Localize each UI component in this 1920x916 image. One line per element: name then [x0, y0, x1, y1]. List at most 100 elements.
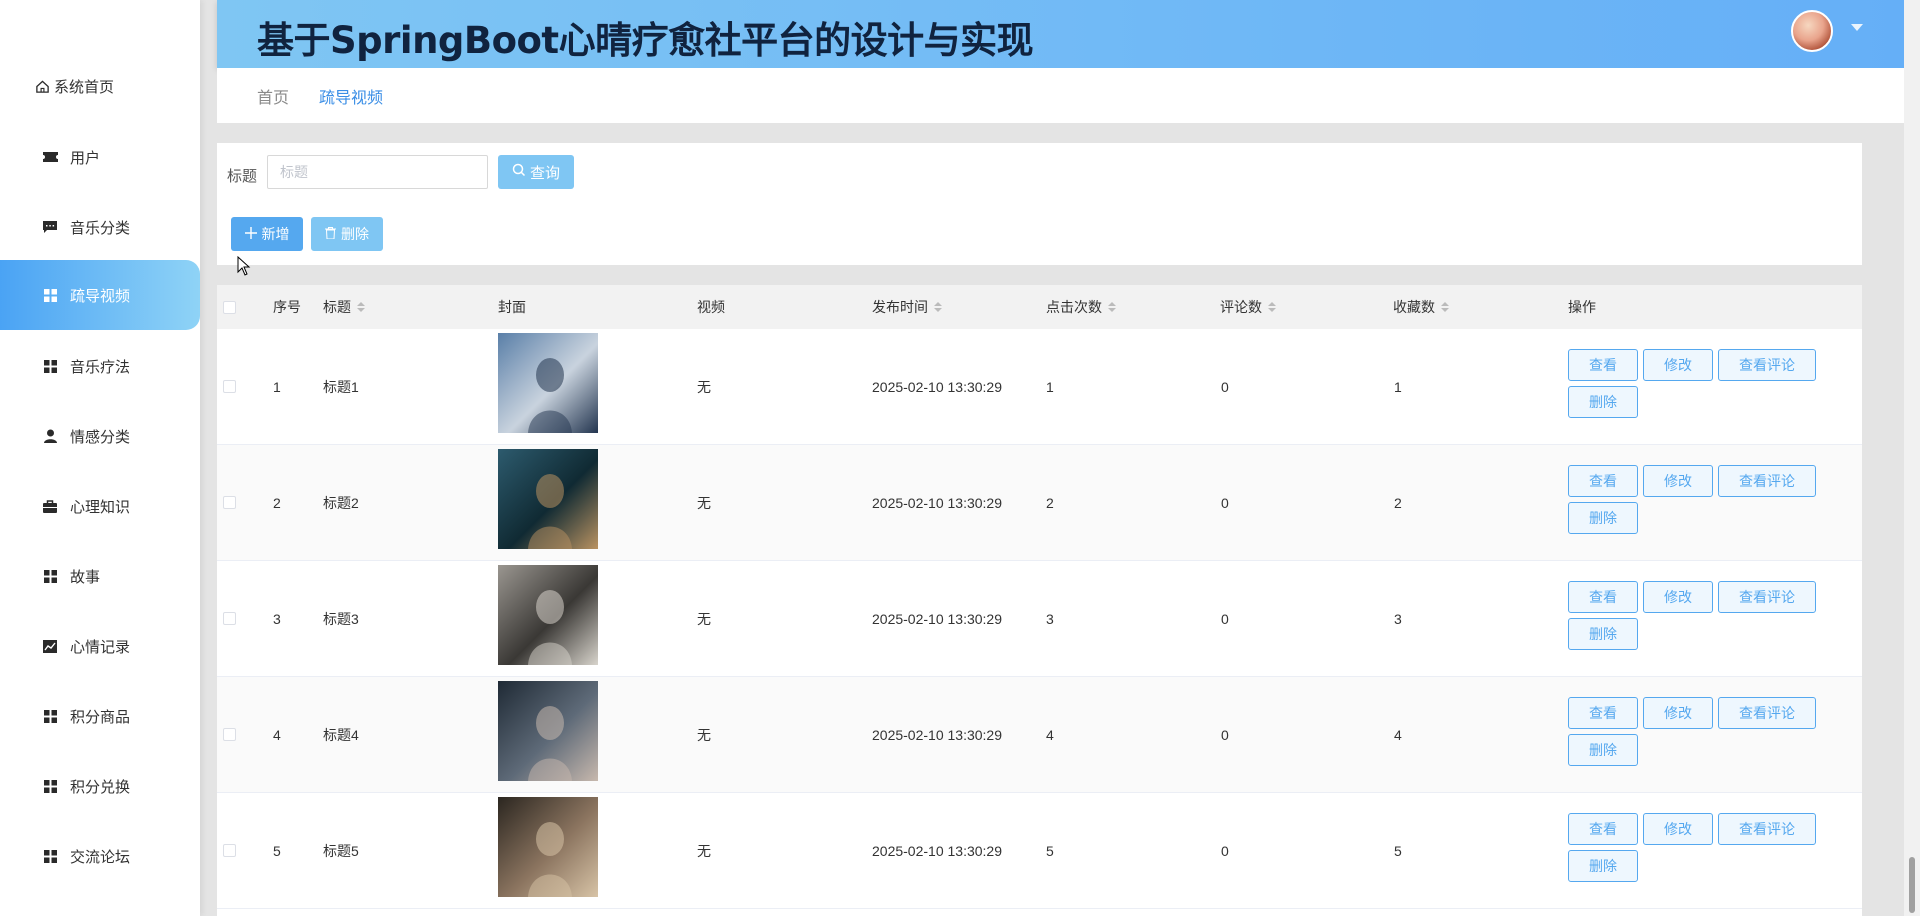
sort-icon[interactable]	[1441, 302, 1449, 312]
view-comments-button[interactable]: 查看评论	[1718, 813, 1816, 845]
sort-icon[interactable]	[1108, 302, 1116, 312]
cover-image	[498, 333, 598, 433]
row-index: 2	[273, 494, 281, 511]
sidebar-item-emotion-category[interactable]: 情感分类	[0, 401, 200, 471]
cover-image	[498, 565, 598, 665]
sidebar-item-mood-record[interactable]: 心情记录	[0, 611, 200, 681]
edit-button[interactable]: 修改	[1643, 697, 1713, 729]
row-checkbox[interactable]	[223, 793, 236, 908]
edit-button[interactable]: 修改	[1643, 813, 1713, 845]
row-favorites: 2	[1394, 494, 1402, 511]
search-icon	[512, 163, 526, 181]
grid-icon	[42, 358, 58, 374]
delete-button[interactable]: 删除	[1568, 850, 1638, 882]
view-button[interactable]: 查看	[1568, 349, 1638, 381]
view-comments-button[interactable]: 查看评论	[1718, 465, 1816, 497]
row-checkbox[interactable]	[223, 561, 236, 676]
row-title: 标题3	[323, 610, 359, 627]
sidebar-item-users[interactable]: 用户	[0, 122, 200, 192]
header-actions: 操作	[1568, 299, 1596, 315]
scrollbar-thumb[interactable]	[1909, 857, 1915, 913]
delete-button[interactable]: 删除	[1568, 734, 1638, 766]
header-clicks[interactable]: 点击次数	[1046, 285, 1116, 329]
query-button[interactable]: 查询	[498, 155, 574, 189]
search-input[interactable]	[267, 155, 488, 189]
row-checkbox[interactable]	[223, 677, 236, 792]
sidebar-item-label: 积分兑换	[70, 778, 131, 796]
header-title[interactable]: 标题	[323, 285, 365, 329]
row-video: 无	[697, 378, 711, 395]
sidebar-item-music-therapy[interactable]: 音乐疗法	[0, 331, 200, 401]
row-publish-time: 2025-02-10 13:30:29	[872, 726, 1002, 743]
add-button-label: 新增	[261, 226, 290, 242]
sidebar-item-home[interactable]: 系统首页	[0, 51, 200, 121]
avatar[interactable]	[1791, 10, 1833, 52]
sidebar-item-psych-knowledge[interactable]: 心理知识	[0, 471, 200, 541]
breadcrumb-home[interactable]: 首页	[257, 84, 289, 108]
view-comments-button[interactable]: 查看评论	[1718, 697, 1816, 729]
row-clicks: 1	[1046, 378, 1054, 395]
edit-button[interactable]: 修改	[1643, 581, 1713, 613]
row-title: 标题5	[323, 842, 359, 859]
row-checkbox[interactable]	[223, 445, 236, 560]
row-comments: 0	[1221, 842, 1229, 859]
row-title: 标题2	[323, 494, 359, 511]
delete-button[interactable]: 删除	[1568, 502, 1638, 534]
row-checkbox[interactable]	[223, 329, 236, 444]
select-all-checkbox[interactable]	[223, 285, 236, 329]
sidebar-item-label: 情感分类	[70, 428, 131, 446]
view-button[interactable]: 查看	[1568, 465, 1638, 497]
row-publish-time: 2025-02-10 13:30:29	[872, 494, 1002, 511]
batch-delete-button[interactable]: 删除	[311, 217, 383, 251]
search-label: 标题	[227, 168, 258, 185]
table-row: 1 标题1 无 2025-02-10 13:30:29 1 0 1 查看 修改 查看评论 删除	[217, 329, 1862, 445]
header-publish-time-label: 发布时间	[872, 299, 928, 315]
row-title: 标题4	[323, 726, 359, 743]
delete-button[interactable]: 删除	[1568, 618, 1638, 650]
edit-button[interactable]: 修改	[1643, 349, 1713, 381]
sidebar-item-music-category[interactable]: 音乐分类	[0, 192, 200, 262]
row-video: 无	[697, 726, 711, 743]
view-button[interactable]: 查看	[1568, 581, 1638, 613]
sort-icon[interactable]	[1268, 302, 1276, 312]
sort-icon[interactable]	[357, 302, 365, 312]
row-publish-time: 2025-02-10 13:30:29	[872, 842, 1002, 859]
chevron-down-icon[interactable]	[1851, 24, 1863, 31]
header-favorites-label: 收藏数	[1393, 299, 1435, 315]
sidebar-item-points-goods[interactable]: 积分商品	[0, 681, 200, 751]
video-table: 序号 标题 封面 视频 发布时间 点击次数 评论数 收藏数 操作 1 标题1 无 20…	[217, 285, 1862, 916]
header-favorites[interactable]: 收藏数	[1393, 285, 1449, 329]
table-row: 3 标题3 无 2025-02-10 13:30:29 3 0 3 查看 修改 查看评论 删除	[217, 561, 1862, 677]
add-button[interactable]: 新增	[231, 217, 303, 251]
row-video: 无	[697, 842, 711, 859]
sidebar-item-points-exchange[interactable]: 积分兑换	[0, 751, 200, 821]
sidebar: 系统首页 用户 音乐分类 疏导视频 音乐疗法 情感分类 心理知识 故事 心情记录…	[0, 0, 200, 916]
scrollbar-track[interactable]	[1904, 0, 1920, 916]
view-comments-button[interactable]: 查看评论	[1718, 349, 1816, 381]
header-video: 视频	[697, 299, 725, 315]
view-button[interactable]: 查看	[1568, 813, 1638, 845]
header-comments[interactable]: 评论数	[1220, 285, 1276, 329]
table-row: 5 标题5 无 2025-02-10 13:30:29 5 0 5 查看 修改 查看评论 删除	[217, 793, 1862, 909]
edit-button[interactable]: 修改	[1643, 465, 1713, 497]
trash-icon	[325, 226, 336, 242]
table-row: 2 标题2 无 2025-02-10 13:30:29 2 0 2 查看 修改 查看评论 删除	[217, 445, 1862, 561]
view-comments-button[interactable]: 查看评论	[1718, 581, 1816, 613]
breadcrumb-current: 疏导视频	[319, 89, 384, 107]
query-button-label: 查询	[529, 164, 560, 182]
header-publish-time[interactable]: 发布时间	[872, 285, 942, 329]
grid-icon	[42, 708, 58, 724]
sidebar-item-story[interactable]: 故事	[0, 541, 200, 611]
chart-icon	[42, 638, 58, 654]
sort-icon[interactable]	[934, 302, 942, 312]
sidebar-item-guide-video[interactable]: 疏导视频	[0, 260, 200, 330]
table-row: 4 标题4 无 2025-02-10 13:30:29 4 0 4 查看 修改 查看评论 删除	[217, 677, 1862, 793]
delete-button[interactable]: 删除	[1568, 386, 1638, 418]
sidebar-item-forum[interactable]: 交流论坛	[0, 821, 200, 891]
top-header: 基于SpringBoot心晴疗愈社平台的设计与实现	[217, 0, 1904, 68]
cover-image	[498, 681, 598, 781]
row-comments: 0	[1221, 726, 1229, 743]
sidebar-item-label: 疏导视频	[70, 287, 131, 305]
breadcrumb: 首页 疏导视频	[217, 68, 1904, 123]
view-button[interactable]: 查看	[1568, 697, 1638, 729]
